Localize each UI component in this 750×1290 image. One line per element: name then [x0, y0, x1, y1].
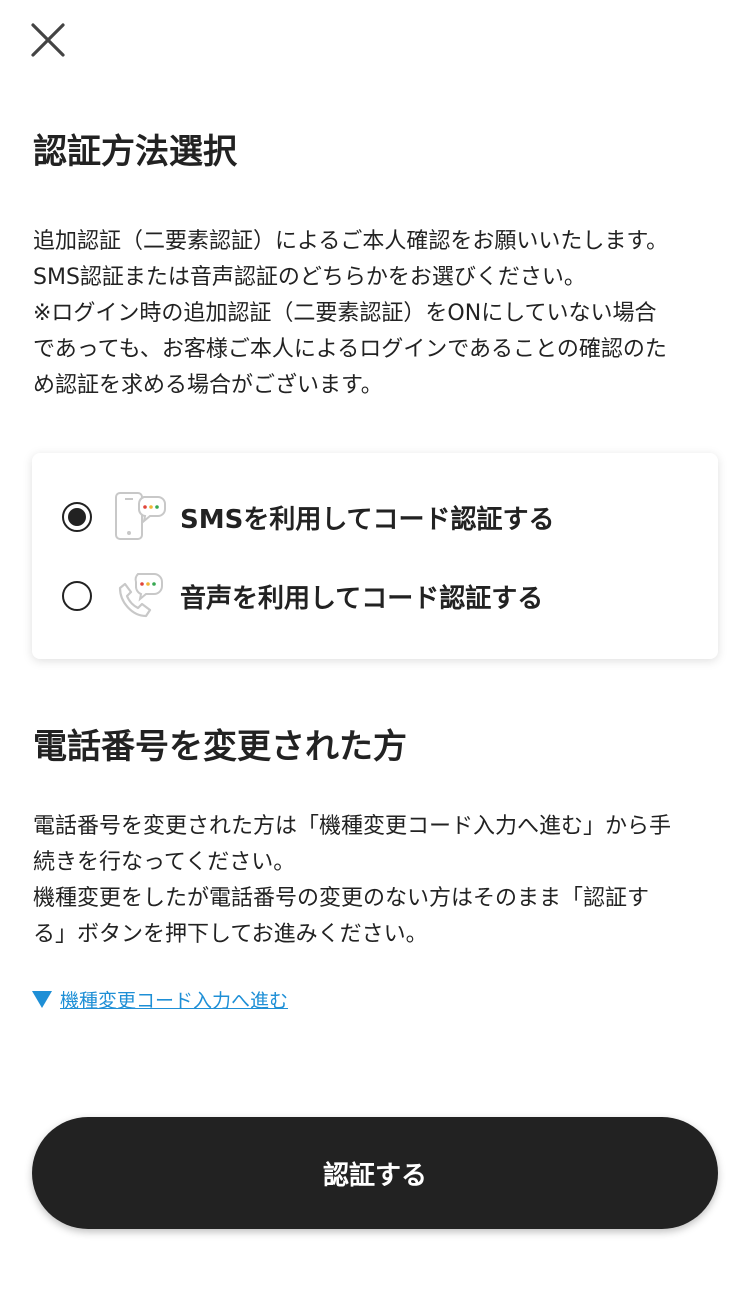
voice-option-label: 音声を利用してコード認証する [180, 583, 544, 614]
close-icon [31, 23, 65, 57]
authenticate-button[interactable]: 認証する [32, 1117, 718, 1229]
device-change-link[interactable]: 機種変更コード入力へ進む [32, 986, 288, 1013]
voice-radio[interactable] [62, 581, 92, 611]
sms-option-label: SMSを利用してコード認証する [180, 504, 555, 535]
auth-description: 追加認証（二要素認証）によるご本人確認をお願いいたします。 SMS認証または音声… [33, 229, 669, 398]
phone-sms-icon [115, 492, 166, 540]
auth-method-options: SMSを利用してコード認証する 音声を利用してコード認証する [32, 453, 718, 659]
phone-change-title: 電話番号を変更された方 [33, 727, 407, 767]
page-title: 認証方法選択 [33, 132, 237, 172]
phone-voice-icon [118, 573, 163, 618]
close-button[interactable] [26, 18, 70, 62]
option-voice[interactable]: 音声を利用してコード認証する [62, 566, 682, 626]
sms-radio[interactable] [62, 502, 92, 532]
triangle-down-icon [32, 991, 52, 1008]
device-change-link-label: 機種変更コード入力へ進む [60, 990, 289, 1012]
option-sms[interactable]: SMSを利用してコード認証する [62, 487, 682, 547]
phone-change-description: 電話番号を変更された方は「機種変更コード入力へ進む」から手 続きを行なってくださ… [33, 814, 672, 947]
